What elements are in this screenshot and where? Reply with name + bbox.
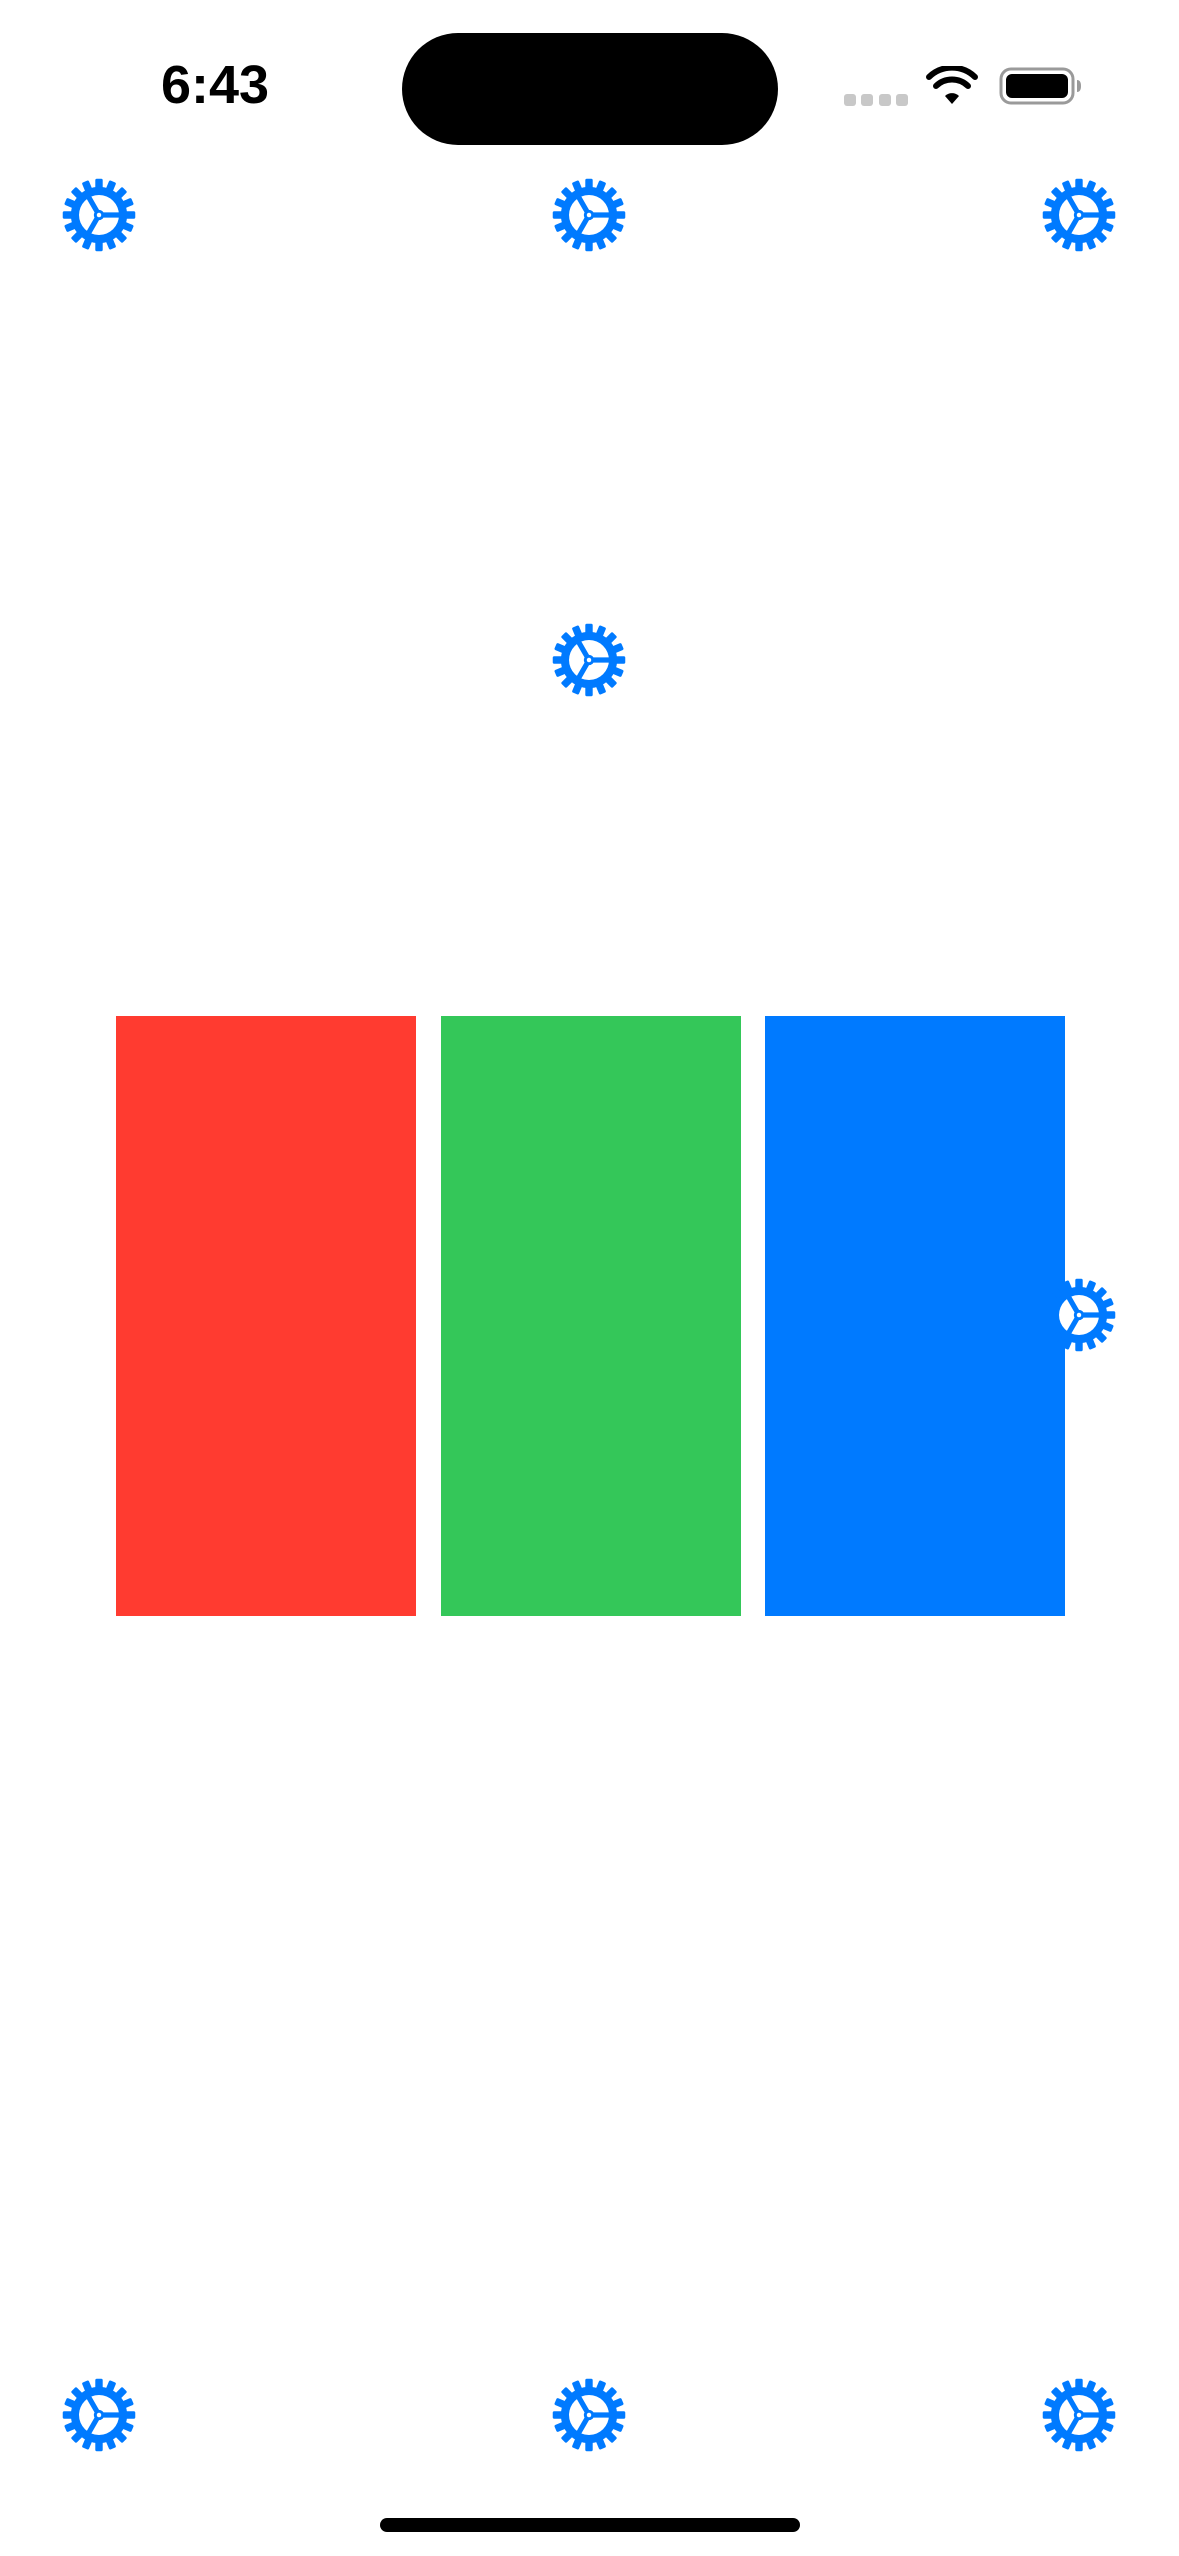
gear-icon-bottom-left[interactable]	[62, 2378, 136, 2452]
gear-icon-bottom-right[interactable]	[1042, 2378, 1116, 2452]
gear-icon-right-middle[interactable]	[1042, 1278, 1116, 1352]
gear-icon-bottom-center[interactable]	[552, 2378, 626, 2452]
red-bar	[116, 1016, 416, 1616]
blue-bar	[765, 1016, 1065, 1616]
home-indicator[interactable]	[380, 2518, 800, 2532]
color-bars	[0, 0, 1179, 2556]
green-bar	[441, 1016, 741, 1616]
